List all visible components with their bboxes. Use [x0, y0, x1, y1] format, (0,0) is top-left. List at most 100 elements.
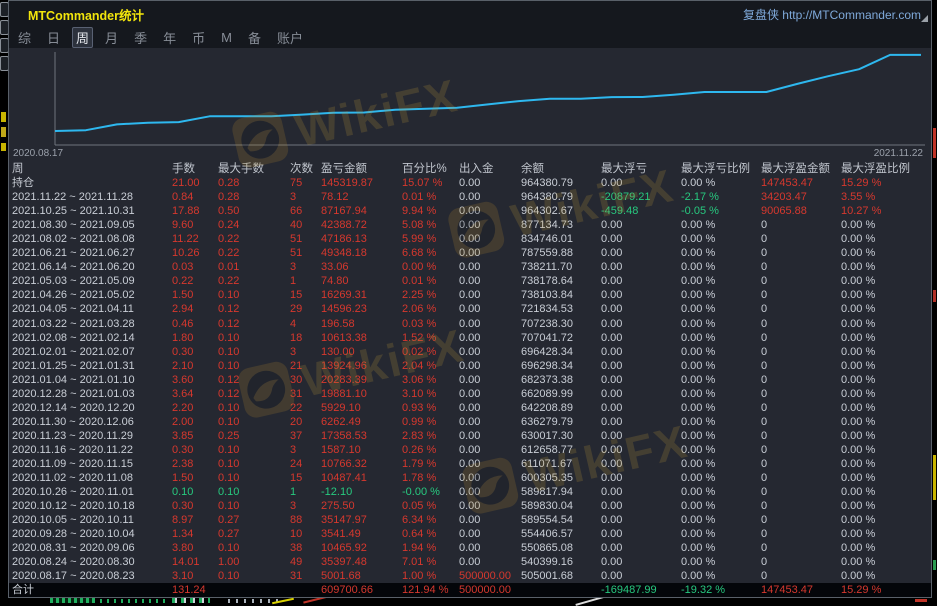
value-cell: 0.00	[601, 443, 681, 457]
value-cell: 0.10	[218, 415, 290, 429]
col-header: 次数	[290, 162, 321, 176]
value-cell: 1587.10	[321, 443, 402, 457]
table-row[interactable]: 2020.10.12 ~ 2020.10.180.300.103275.500.…	[9, 499, 931, 513]
table-row[interactable]: 持仓21.000.2875145319.8715.07 %0.00964380.…	[9, 176, 931, 190]
table-row[interactable]: 2021.02.01 ~ 2021.02.070.300.103130.000.…	[9, 345, 931, 359]
value-cell: 0.00 %	[681, 274, 761, 288]
value-cell: 0.00	[459, 541, 521, 555]
table-row[interactable]: 2021.04.05 ~ 2021.04.112.940.122914596.2…	[9, 302, 931, 316]
value-cell: 8.97	[172, 513, 218, 527]
table-row[interactable]: 2021.08.02 ~ 2021.08.0811.220.225147186.…	[9, 232, 931, 246]
value-cell: 5929.10	[321, 401, 402, 415]
table-row[interactable]: 2020.08.17 ~ 2020.08.233.100.10315001.68…	[9, 569, 931, 583]
value-cell: 662089.99	[521, 387, 601, 401]
value-cell: 0	[761, 317, 841, 331]
value-cell: 17358.53	[321, 429, 402, 443]
menu-item-周[interactable]: 周	[72, 27, 93, 48]
table-row[interactable]: 2020.11.30 ~ 2020.12.062.000.10206262.49…	[9, 415, 931, 429]
value-cell: 0.00 %	[681, 513, 761, 527]
value-cell: 0.00	[601, 288, 681, 302]
value-cell: 147453.47	[761, 176, 841, 190]
value-cell: 0.26 %	[402, 443, 459, 457]
menu-item-年[interactable]: 年	[163, 28, 176, 47]
value-cell: 0.00 %	[681, 317, 761, 331]
menu-item-月[interactable]: 月	[105, 28, 118, 47]
value-cell: 0.00 %	[841, 513, 931, 527]
value-cell: 0.00	[601, 457, 681, 471]
table-row[interactable]: 2020.12.14 ~ 2020.12.202.200.10225929.10…	[9, 401, 931, 415]
value-cell: 196.58	[321, 317, 402, 331]
menu-item-综[interactable]: 综	[18, 28, 31, 47]
table-row[interactable]: 2020.11.23 ~ 2020.11.293.850.253717358.5…	[9, 429, 931, 443]
table-row[interactable]: 2021.06.21 ~ 2021.06.2710.260.225149348.…	[9, 246, 931, 260]
table-row[interactable]: 2021.01.25 ~ 2021.01.312.100.102113924.9…	[9, 359, 931, 373]
value-cell: 24	[290, 457, 321, 471]
value-cell: 5001.68	[321, 569, 402, 583]
table-row[interactable]: 2020.11.09 ~ 2020.11.152.380.102410766.3…	[9, 457, 931, 471]
value-cell: 49348.18	[321, 246, 402, 260]
table-row[interactable]: 2021.06.14 ~ 2021.06.200.030.01333.060.0…	[9, 260, 931, 274]
table-row[interactable]: 2020.11.16 ~ 2020.11.220.300.1031587.100…	[9, 443, 931, 457]
value-cell: 9.94 %	[402, 204, 459, 218]
menu-item-日[interactable]: 日	[47, 28, 60, 47]
table-row[interactable]: 2021.08.30 ~ 2021.09.059.600.244042388.7…	[9, 218, 931, 232]
table-row[interactable]: 2021.03.22 ~ 2021.03.280.460.124196.580.…	[9, 317, 931, 331]
value-cell: 2.25 %	[402, 288, 459, 302]
value-cell: 0.00 %	[841, 232, 931, 246]
table-row[interactable]: 2021.04.26 ~ 2021.05.021.500.101516269.3…	[9, 288, 931, 302]
value-cell: 738103.84	[521, 288, 601, 302]
table-row[interactable]: 2021.01.04 ~ 2021.01.103.600.123020283.3…	[9, 373, 931, 387]
value-cell: 0.22	[218, 274, 290, 288]
table-row[interactable]: 2020.10.05 ~ 2020.10.118.970.278835147.9…	[9, 513, 931, 527]
value-cell: 636279.79	[521, 415, 601, 429]
menu-item-M[interactable]: M	[221, 30, 232, 45]
value-cell: 0.00	[601, 471, 681, 485]
table-row[interactable]: 2020.11.02 ~ 2020.11.081.500.101510487.4…	[9, 471, 931, 485]
ghost-mark	[933, 128, 936, 158]
col-header: 百分比%	[402, 162, 459, 176]
value-cell: 612658.77	[521, 443, 601, 457]
value-cell: 145319.87	[321, 176, 402, 190]
value-cell: 0.05 %	[402, 499, 459, 513]
value-cell: -0.05 %	[681, 204, 761, 218]
menu-item-季[interactable]: 季	[134, 28, 147, 47]
value-cell: 16269.31	[321, 288, 402, 302]
period-menu: 综日周月季年币 M 备账户	[9, 27, 931, 48]
table-row[interactable]: 2020.08.24 ~ 2020.08.3014.011.004935397.…	[9, 555, 931, 569]
table-row[interactable]: 2021.02.08 ~ 2021.02.141.800.101810613.3…	[9, 331, 931, 345]
value-cell: 0.00 %	[841, 288, 931, 302]
table-row[interactable]: 2021.05.03 ~ 2021.05.090.220.22174.800.0…	[9, 274, 931, 288]
value-cell: 0.00 %	[681, 345, 761, 359]
value-cell: 3.80	[172, 541, 218, 555]
table-row[interactable]: 2021.11.22 ~ 2021.11.280.840.28378.120.0…	[9, 190, 931, 204]
value-cell: 0.12	[218, 317, 290, 331]
menu-item-币[interactable]: 币	[192, 28, 205, 47]
value-cell: 0.01	[218, 260, 290, 274]
table-row[interactable]: 2020.09.28 ~ 2020.10.041.340.27103541.49…	[9, 527, 931, 541]
value-cell: 2.10	[172, 359, 218, 373]
table-row[interactable]: 2020.12.28 ~ 2021.01.033.640.123119881.1…	[9, 387, 931, 401]
period-cell: 2021.06.14 ~ 2021.06.20	[12, 260, 172, 274]
menu-item-备[interactable]: 备	[248, 28, 261, 47]
corner-artifact	[921, 15, 928, 22]
value-cell: 0.00 %	[681, 302, 761, 316]
value-cell: 0.00	[459, 555, 521, 569]
value-cell: 0.10	[218, 471, 290, 485]
value-cell: 20283.39	[321, 373, 402, 387]
value-cell: 22	[290, 401, 321, 415]
value-cell: 0.00 %	[841, 485, 931, 499]
table-row[interactable]: 2021.10.25 ~ 2021.10.3117.880.506687167.…	[9, 204, 931, 218]
brand-link[interactable]: 复盘侠 http://MTCommander.com	[743, 6, 921, 23]
table-row[interactable]: 2020.08.31 ~ 2020.09.063.800.103810465.9…	[9, 541, 931, 555]
table-row[interactable]: 2020.10.26 ~ 2020.11.010.100.101-12.10-0…	[9, 485, 931, 499]
value-cell: 78.12	[321, 190, 402, 204]
value-cell: 0.00	[459, 246, 521, 260]
value-cell: 1	[290, 485, 321, 499]
value-cell: 0.30	[172, 499, 218, 513]
menu-item-账户[interactable]: 账户	[277, 28, 303, 47]
ghost-mark	[933, 560, 936, 570]
period-cell: 持仓	[12, 176, 172, 190]
value-cell	[218, 583, 290, 597]
chart-x-label-end: 2021.11.22	[874, 148, 923, 159]
value-cell: 0.25	[218, 429, 290, 443]
